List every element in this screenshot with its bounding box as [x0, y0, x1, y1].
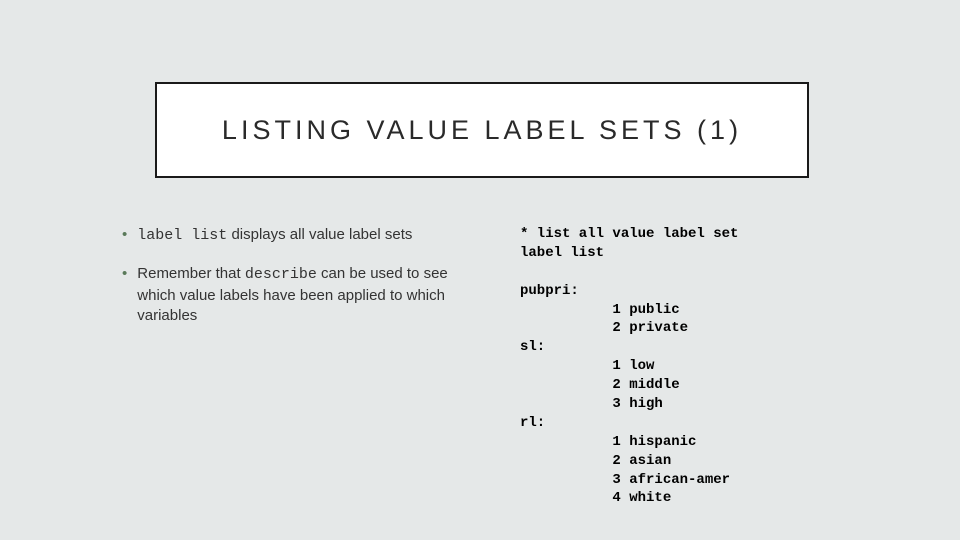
code-line: 3 african-amer — [520, 472, 730, 488]
bullet-pre: Remember that — [137, 265, 245, 282]
code-inline: describe — [245, 266, 317, 283]
code-line: 2 private — [520, 320, 688, 336]
bullet-icon: • — [122, 225, 127, 246]
code-line: 4 white — [520, 490, 671, 506]
code-inline: label list — [137, 227, 227, 244]
bullet-text: label list displays all value label sets — [137, 225, 472, 246]
code-output: * list all value label set label list pu… — [520, 225, 738, 508]
code-line: 1 public — [520, 302, 680, 318]
bullet-rest: displays all value label sets — [227, 226, 412, 243]
bullet-list: • label list displays all value label se… — [122, 225, 472, 344]
code-line: 1 hispanic — [520, 434, 696, 450]
code-line: rl: — [520, 415, 545, 431]
code-line: * list all value label set — [520, 226, 738, 242]
title-box: LISTING VALUE LABEL SETS (1) — [155, 82, 809, 178]
code-line: label list — [520, 245, 604, 261]
bullet-text: Remember that describe can be used to se… — [137, 264, 472, 326]
slide: LISTING VALUE LABEL SETS (1) • label lis… — [0, 0, 960, 540]
bullet-item: • Remember that describe can be used to … — [122, 264, 472, 326]
code-line: 1 low — [520, 358, 654, 374]
bullet-icon: • — [122, 264, 127, 326]
slide-title: LISTING VALUE LABEL SETS (1) — [222, 115, 742, 146]
code-line: sl: — [520, 339, 545, 355]
code-line: 3 high — [520, 396, 663, 412]
code-line: 2 asian — [520, 453, 671, 469]
code-line: 2 middle — [520, 377, 680, 393]
bullet-item: • label list displays all value label se… — [122, 225, 472, 246]
code-line: pubpri: — [520, 283, 579, 299]
